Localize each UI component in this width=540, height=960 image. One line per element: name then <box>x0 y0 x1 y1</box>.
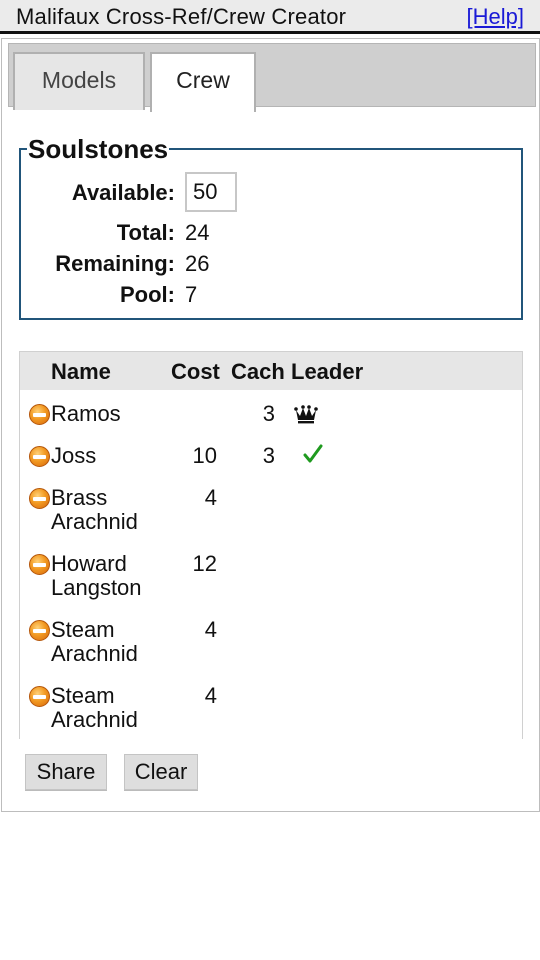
app-title: Malifaux Cross-Ref/Crew Creator <box>16 4 347 29</box>
column-header-cost: Cost <box>171 359 220 384</box>
main-panel: Models Crew Soulstones Available: Total:… <box>1 38 540 812</box>
column-header-cach: Cach <box>231 359 285 384</box>
remaining-row: Remaining: 26 <box>21 251 521 281</box>
tab-models[interactable]: Models <box>13 52 145 110</box>
remove-icon[interactable] <box>29 686 50 707</box>
model-cach: 3 <box>262 401 275 426</box>
crew-table: Name Cost Cach Leader Ramos 3 Joss 10 3 … <box>19 351 523 739</box>
remaining-value: 26 <box>185 251 210 276</box>
total-value: 24 <box>185 220 210 245</box>
remaining-label: Remaining: <box>55 251 175 276</box>
tab-crew[interactable]: Crew <box>150 52 256 112</box>
tab-bar: Models Crew <box>8 43 536 112</box>
model-cost: 10 <box>192 443 217 468</box>
remove-icon[interactable] <box>29 404 50 425</box>
remove-icon[interactable] <box>29 488 50 509</box>
model-cost: 4 <box>204 617 217 642</box>
pool-value: 7 <box>185 282 198 307</box>
soulstones-fieldset: Soulstones Available: Total: 24 Remainin… <box>19 134 523 320</box>
model-name: Ramos <box>51 401 121 426</box>
model-cach: 3 <box>262 443 275 468</box>
model-cost: 12 <box>192 551 217 576</box>
table-header: Name Cost Cach Leader <box>20 352 522 390</box>
model-name: Steam Arachnid <box>51 617 138 666</box>
soulstones-legend: Soulstones <box>27 134 170 165</box>
available-label: Available: <box>71 180 175 205</box>
clear-button[interactable]: Clear <box>124 754 198 790</box>
model-name: Brass Arachnid <box>51 485 138 534</box>
total-label: Total: <box>116 220 175 245</box>
pool-row: Pool: 7 <box>21 282 521 312</box>
model-name: Steam Arachnid <box>51 683 138 732</box>
column-header-name: Name <box>51 359 111 384</box>
model-cost: 4 <box>204 485 217 510</box>
share-button[interactable]: Share <box>25 754 107 790</box>
total-row: Total: 24 <box>21 220 521 250</box>
help-link[interactable]: [Help] <box>467 4 524 30</box>
crown-icon <box>294 405 318 424</box>
check-icon[interactable] <box>303 444 323 464</box>
available-input[interactable] <box>185 172 237 212</box>
title-bar: Malifaux Cross-Ref/Crew Creator [Help] <box>0 0 540 34</box>
model-name: Joss <box>51 443 97 468</box>
remove-icon[interactable] <box>29 446 50 467</box>
column-header-leader: Leader <box>291 359 364 384</box>
remove-icon[interactable] <box>29 554 50 575</box>
model-name: Howard Langston <box>51 551 142 600</box>
remove-icon[interactable] <box>29 620 50 641</box>
available-row: Available: <box>21 172 521 212</box>
pool-label: Pool: <box>120 282 175 307</box>
model-cost: 4 <box>204 683 217 708</box>
